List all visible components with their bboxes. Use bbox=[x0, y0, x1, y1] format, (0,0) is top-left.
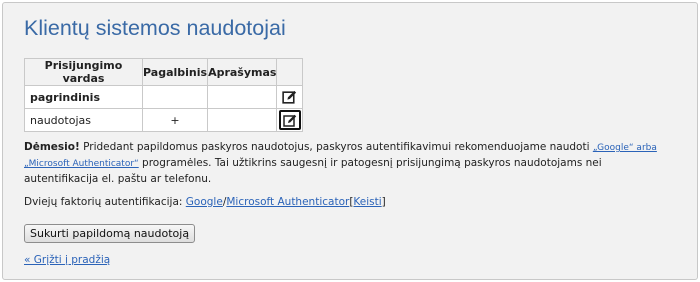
column-header-auxiliary: Pagalbinis bbox=[141, 58, 209, 86]
username-cell: naudotojas bbox=[24, 108, 143, 132]
notice-label: Dėmesio! bbox=[24, 141, 80, 153]
twofa-microsoft-link[interactable]: Microsoft Authenticator bbox=[226, 196, 349, 208]
content-panel: Klientų sistemos naudotojai Prisijungimo… bbox=[2, 2, 698, 280]
google-authenticator-link[interactable]: „Google“ arba bbox=[593, 143, 657, 153]
page-title: Klientų sistemos naudotojai bbox=[24, 16, 286, 40]
microsoft-authenticator-link[interactable]: „Microsoft Authenticator“ bbox=[24, 159, 139, 169]
two-factor-label: Dviejų faktorių autentifikacija: bbox=[24, 196, 186, 208]
two-factor-auth-line: Dviejų faktorių autentifikacija: Google/… bbox=[24, 196, 386, 208]
table-header-row: Prisijungimo vardas Pagalbinis Aprašymas bbox=[24, 58, 304, 86]
twofa-bracket-close: ] bbox=[381, 196, 386, 208]
table-row: naudotojas + bbox=[24, 108, 304, 132]
security-notice: Dėmesio! Pridedant papildomus paskyros n… bbox=[24, 140, 674, 187]
actions-cell bbox=[276, 85, 304, 109]
column-header-description: Aprašymas bbox=[207, 58, 278, 86]
users-table: Prisijungimo vardas Pagalbinis Aprašymas… bbox=[24, 58, 304, 132]
edit-icon[interactable] bbox=[278, 110, 301, 130]
auxiliary-cell bbox=[141, 85, 209, 109]
table-row: pagrindinis bbox=[24, 85, 304, 109]
username-cell: pagrindinis bbox=[24, 85, 143, 109]
description-cell bbox=[207, 85, 278, 109]
twofa-google-link[interactable]: Google bbox=[186, 196, 223, 208]
create-user-button[interactable]: Sukurti papildomą naudotoją bbox=[24, 224, 196, 243]
twofa-change-link[interactable]: Keisti bbox=[353, 196, 381, 208]
back-to-home-link[interactable]: « Grįžti į pradžią bbox=[24, 254, 110, 266]
notice-text: Pridedant papildomus paskyros naudotojus… bbox=[79, 141, 593, 153]
column-header-actions bbox=[276, 58, 304, 86]
description-cell bbox=[207, 108, 278, 132]
edit-icon[interactable] bbox=[281, 89, 298, 106]
actions-cell bbox=[276, 108, 304, 132]
auxiliary-cell: + bbox=[141, 108, 209, 132]
column-header-username: Prisijungimo vardas bbox=[24, 58, 143, 86]
